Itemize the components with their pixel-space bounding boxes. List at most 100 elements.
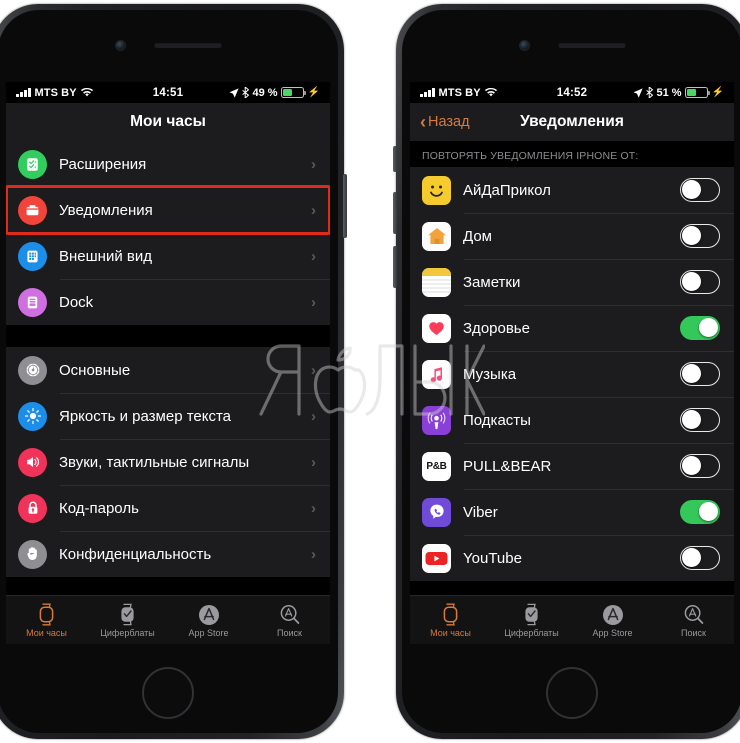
app-name-label: Здоровье — [463, 319, 530, 337]
app-name-label: Дом — [463, 227, 492, 245]
chevron-right-icon: › — [311, 407, 316, 425]
notification-toggle[interactable] — [680, 408, 720, 432]
list-item[interactable]: Viber — [410, 489, 734, 535]
tab-app-store[interactable]: App Store — [572, 596, 653, 644]
notification-toggle[interactable] — [680, 178, 720, 202]
general-gear-icon — [18, 355, 47, 385]
charging-bolt-icon: ⚡ — [711, 87, 725, 98]
sounds-icon — [18, 447, 47, 477]
list-item[interactable]: Подкасты — [410, 397, 734, 443]
sidebar-item-label: Внешний вид — [59, 247, 152, 265]
search-icon — [279, 603, 301, 627]
signal-bars-icon — [16, 88, 31, 97]
battery-percent-label: 49 % — [252, 86, 278, 99]
chevron-right-icon: › — [311, 201, 316, 219]
volume-up-button-right[interactable] — [393, 192, 397, 234]
status-bar-right: MTS BY 14:52 51 % ⚡ — [410, 82, 734, 103]
notification-toggle[interactable] — [680, 362, 720, 386]
home-button-left[interactable] — [142, 667, 194, 719]
tab-my-watch[interactable]: Мои часы — [410, 596, 491, 644]
sidebar-item-appearance[interactable]: Внешний вид › — [6, 233, 330, 279]
tab-label: Мои часы — [26, 627, 67, 638]
tab-app-store[interactable]: App Store — [168, 596, 249, 644]
home-app-icon — [422, 221, 451, 251]
music-app-icon — [422, 359, 451, 389]
front-camera-icon — [518, 39, 530, 51]
app-name-label: Заметки — [463, 273, 521, 291]
location-arrow-icon — [229, 87, 240, 98]
notification-toggle[interactable] — [680, 224, 720, 248]
location-arrow-icon — [633, 87, 644, 98]
list-item[interactable]: P&B PULL&BEAR — [410, 443, 734, 489]
watch-icon — [441, 603, 460, 627]
sidebar-item-general[interactable]: Основные › — [6, 347, 330, 393]
notification-toggle[interactable] — [680, 454, 720, 478]
notification-toggle[interactable] — [680, 500, 720, 524]
sidebar-item-privacy[interactable]: Конфиденциальность › — [6, 531, 330, 577]
group-separator — [6, 325, 330, 347]
back-button-label: Назад — [428, 114, 470, 130]
sidebar-item-passcode[interactable]: Код-пароль › — [6, 485, 330, 531]
tab-watch-faces[interactable]: Циферблаты — [87, 596, 168, 644]
notification-toggle[interactable] — [680, 270, 720, 294]
notifications-icon — [18, 195, 47, 225]
tab-label: Поиск — [277, 627, 302, 638]
sensor-cluster-left — [0, 36, 338, 54]
notes-app-icon — [422, 267, 451, 297]
chevron-right-icon: › — [311, 293, 316, 311]
bluetooth-icon — [646, 87, 654, 98]
volume-down-button-right[interactable] — [393, 246, 397, 288]
sidebar-item-dock[interactable]: Dock › — [6, 279, 330, 325]
sidebar-item-label: Dock — [59, 293, 94, 311]
chevron-right-icon: › — [311, 499, 316, 517]
list-item[interactable]: АйДаПрикол — [410, 167, 734, 213]
list-item[interactable]: Здоровье — [410, 305, 734, 351]
sensor-cluster-right — [402, 36, 740, 54]
sidebar-item-extensions[interactable]: Расширения › — [6, 141, 330, 187]
power-button-left[interactable] — [343, 174, 347, 238]
chevron-right-icon: › — [311, 155, 316, 173]
viber-app-icon — [422, 497, 451, 527]
tab-search[interactable]: Поиск — [249, 596, 330, 644]
tab-label: Циферблаты — [100, 627, 155, 638]
app-name-label: YouTube — [463, 549, 522, 567]
sidebar-item-label: Звуки, тактильные сигналы — [59, 453, 250, 471]
list-item[interactable]: Дом — [410, 213, 734, 259]
notifications-list: ПОВТОРЯТЬ УВЕДОМЛЕНИЯ IPHONE ОТ: АйДаПри… — [410, 141, 734, 595]
dock-icon — [18, 287, 47, 317]
appstore-icon — [602, 603, 624, 627]
clock-label: 14:51 — [152, 86, 184, 99]
home-button-right[interactable] — [546, 667, 598, 719]
settings-list-left: Расширения › Уведомления › Внешний вид ›… — [6, 141, 330, 595]
carrier-label: MTS BY — [34, 86, 77, 99]
screenshot-canvas: MTS BY 14:51 49 % ⚡ Мои часы Расширения … — [0, 0, 740, 743]
iphone-device-right: MTS BY 14:52 51 % ⚡ ‹ Назад Уведомления … — [393, 4, 740, 739]
tabbar-right: Мои часы Циферблаты App Store Поиск — [410, 595, 734, 644]
silent-switch-right[interactable] — [393, 146, 397, 172]
tab-my-watch[interactable]: Мои часы — [6, 596, 87, 644]
sidebar-item-label: Конфиденциальность — [59, 545, 212, 563]
charging-bolt-icon: ⚡ — [307, 87, 321, 98]
sidebar-item-sounds[interactable]: Звуки, тактильные сигналы › — [6, 439, 330, 485]
list-item[interactable]: Заметки — [410, 259, 734, 305]
health-app-icon — [422, 313, 451, 343]
wifi-icon — [484, 88, 497, 97]
chevron-right-icon: › — [311, 545, 316, 563]
sidebar-item-notifications[interactable]: Уведомления › — [6, 187, 330, 233]
pullandbear-app-icon: P&B — [422, 451, 451, 481]
notification-toggle[interactable] — [680, 546, 720, 570]
tab-label: Мои часы — [430, 627, 471, 638]
sidebar-item-brightness[interactable]: Яркость и размер текста › — [6, 393, 330, 439]
list-item[interactable]: Музыка — [410, 351, 734, 397]
clock-label: 14:52 — [556, 86, 588, 99]
notification-toggle[interactable] — [680, 316, 720, 340]
tab-search[interactable]: Поиск — [653, 596, 734, 644]
navbar-left: Мои часы — [6, 103, 330, 141]
appearance-icon — [18, 241, 47, 271]
back-button[interactable]: ‹ Назад — [420, 113, 470, 131]
settings-group-two: Основные › Яркость и размер текста › Зву… — [6, 347, 330, 577]
brightness-icon — [18, 401, 47, 431]
iphone-device-left: MTS BY 14:51 49 % ⚡ Мои часы Расширения … — [0, 4, 347, 739]
tab-watch-faces[interactable]: Циферблаты — [491, 596, 572, 644]
list-item[interactable]: YouTube — [410, 535, 734, 581]
